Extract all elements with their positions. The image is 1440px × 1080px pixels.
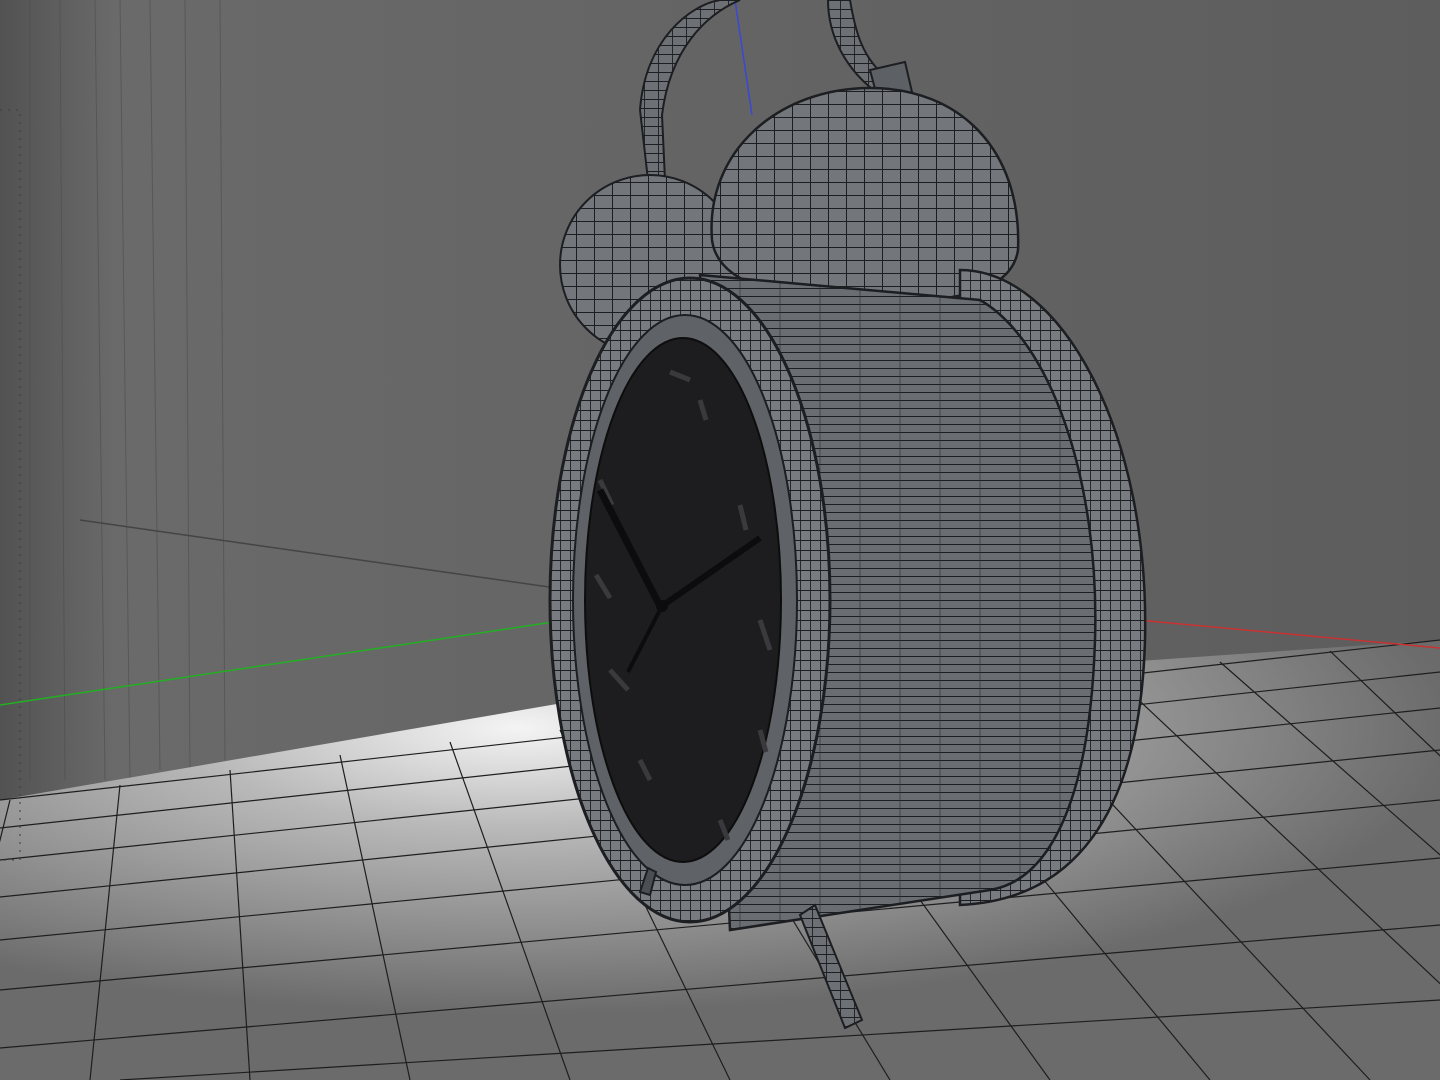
clock-hand-pivot bbox=[656, 600, 668, 612]
clock-dial-face bbox=[584, 337, 782, 863]
viewport-canvas[interactable] bbox=[0, 0, 1440, 1080]
3d-viewport[interactable] bbox=[0, 0, 1440, 1080]
